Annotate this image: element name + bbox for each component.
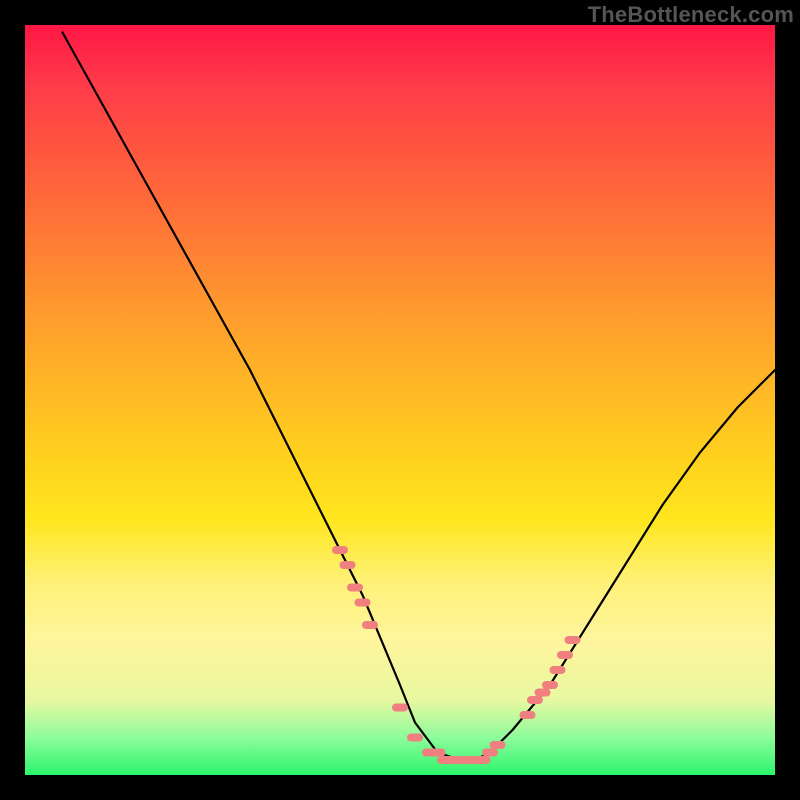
data-point [520, 711, 536, 719]
data-point [557, 651, 573, 659]
data-point [527, 696, 543, 704]
data-point [475, 756, 491, 764]
data-point [422, 749, 438, 757]
data-point [452, 756, 468, 764]
data-point [467, 756, 483, 764]
data-point [565, 636, 581, 644]
data-point [407, 734, 423, 742]
data-point [535, 689, 551, 697]
chart-frame: TheBottleneck.com [0, 0, 800, 800]
data-point [430, 749, 446, 757]
plot-area [25, 25, 775, 775]
data-point [460, 756, 476, 764]
data-point [332, 546, 348, 554]
bottleneck-curve [63, 33, 776, 761]
data-point [362, 621, 378, 629]
scatter-overlay [332, 546, 581, 764]
data-point [437, 756, 453, 764]
data-point [340, 561, 356, 569]
data-point [347, 584, 363, 592]
data-point [445, 756, 461, 764]
data-point [392, 704, 408, 712]
chart-svg [25, 25, 775, 775]
data-point [490, 741, 506, 749]
watermark: TheBottleneck.com [588, 2, 794, 28]
data-point [482, 749, 498, 757]
data-point [550, 666, 566, 674]
data-point [355, 599, 371, 607]
data-point [542, 681, 558, 689]
